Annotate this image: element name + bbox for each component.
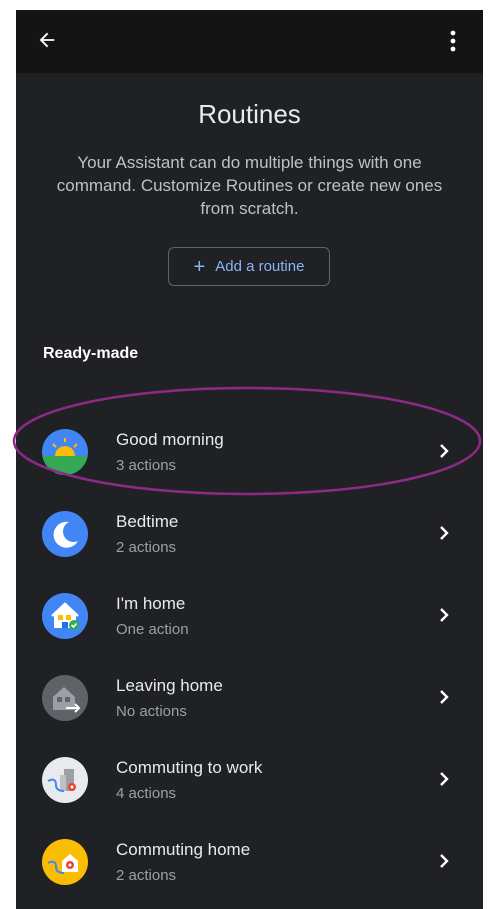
commute-home-icon	[42, 839, 88, 885]
add-routine-label: Add a routine	[215, 258, 305, 275]
page-title: Routines	[198, 99, 301, 129]
routine-item-bedtime[interactable]: + Bedtime 2 actions	[16, 499, 483, 579]
chevron-right-icon	[440, 854, 449, 868]
routine-name: Bedtime	[116, 512, 179, 531]
chevron-right-icon	[440, 526, 449, 540]
section-title: Ready-made	[43, 345, 139, 362]
leaving-home-icon	[42, 675, 88, 721]
chevron-right-icon	[440, 772, 449, 786]
routine-name: Leaving home	[116, 676, 223, 695]
routine-name: I'm home	[116, 594, 186, 613]
routines-screen: Routines Your Assistant can do multiple …	[16, 10, 483, 909]
sunrise-icon	[42, 429, 88, 475]
chevron-right-icon	[440, 690, 449, 704]
chevron-right-icon	[440, 608, 449, 622]
more-vert-icon	[450, 30, 456, 52]
routine-item-leaving-home[interactable]: Leaving home No actions	[16, 663, 483, 743]
routine-name: Commuting to work	[116, 758, 263, 777]
routine-item-im-home[interactable]: I'm home One action	[16, 581, 483, 661]
routine-action-count: 3 actions	[116, 457, 177, 474]
arrow-back-icon	[39, 32, 55, 48]
routine-action-count: One action	[116, 621, 189, 638]
routine-action-count: 4 actions	[116, 785, 177, 802]
commute-work-icon	[42, 757, 88, 803]
page-description: Your Assistant can do multiple things wi…	[56, 153, 443, 218]
routine-name: Good morning	[116, 430, 224, 449]
routine-name: Commuting home	[116, 840, 251, 859]
add-routine-button[interactable]: + Add a routine	[168, 247, 330, 286]
home-check-icon	[42, 593, 88, 639]
routine-action-count: 2 actions	[116, 867, 177, 884]
moon-icon: +	[42, 511, 88, 557]
routine-action-count: 2 actions	[116, 539, 177, 556]
routine-item-good-morning[interactable]: Good morning 3 actions	[16, 417, 483, 497]
routine-action-count: No actions	[116, 703, 187, 720]
more-options-button[interactable]	[441, 27, 465, 55]
chevron-right-icon	[440, 444, 449, 458]
routine-item-commuting-to-work[interactable]: Commuting to work 4 actions	[16, 745, 483, 825]
routine-item-commuting-home[interactable]: Commuting home 2 actions	[16, 827, 483, 907]
svg-text:+: +	[54, 526, 62, 536]
plus-icon: +	[193, 255, 206, 278]
top-app-bar	[16, 10, 483, 73]
back-button[interactable]	[34, 27, 60, 53]
